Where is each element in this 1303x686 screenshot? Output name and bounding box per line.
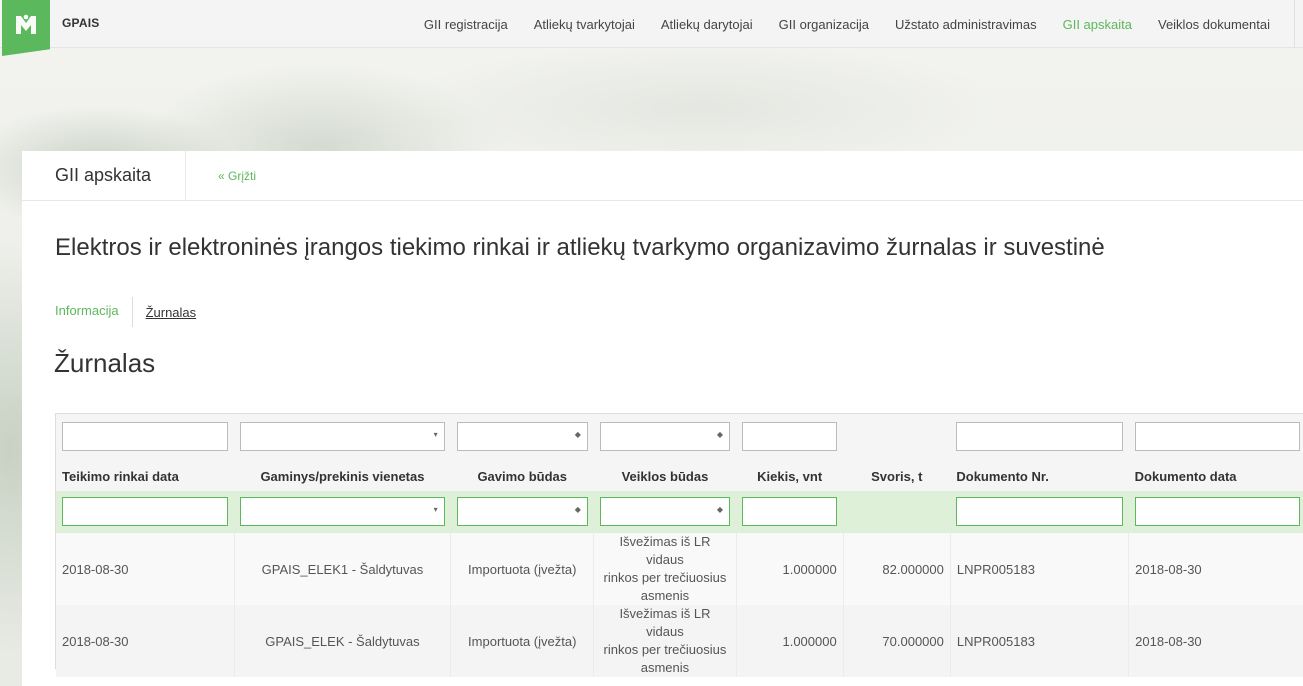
cell-date: 2018-08-30 (56, 533, 235, 605)
cell-weight: 82.000000 (843, 533, 951, 605)
cell-receipt: Importuota (įvežta) (450, 533, 595, 605)
dropdown-arrow-icon: ▾ (433, 430, 438, 439)
nav-gii-organizacija[interactable]: GII organizacija (779, 17, 869, 32)
column-filter-row: ▾ ◆ ◆ (56, 491, 1303, 533)
top-filter-activity-select[interactable] (599, 422, 731, 451)
filter-activity-select[interactable] (599, 497, 731, 526)
nav-atlieku-darytojai[interactable]: Atliekų darytojai (661, 17, 753, 32)
brand-name[interactable]: GPAIS (62, 16, 99, 30)
cell-doc-no: LNPR005183 (950, 605, 1130, 677)
filter-docdate-input[interactable] (1134, 497, 1300, 526)
filter-receipt-select[interactable] (456, 497, 588, 526)
main-nav: GII registracija Atliekų tvarkytojai Atl… (398, 0, 1270, 48)
cell-doc-date: 2018-08-30 (1128, 605, 1303, 677)
column-header[interactable]: Veiklos būdas (594, 461, 736, 491)
filter-date-input[interactable] (62, 497, 229, 526)
nav-uzstato-administravimas[interactable]: Užstato administravimas (895, 17, 1037, 32)
cell-date: 2018-08-30 (56, 605, 235, 677)
cell-activity: Išvežimas iš LR vidaus rinkos per trečiuo… (593, 605, 737, 677)
top-filter-product-select[interactable] (240, 422, 445, 451)
cell-weight: 70.000000 (843, 605, 951, 677)
back-link[interactable]: « Grįžti (218, 169, 256, 183)
top-filter-qty-input[interactable] (742, 422, 838, 451)
nav-atlieku-tvarkytojai[interactable]: Atliekų tvarkytojai (534, 17, 635, 32)
tab-zurnalas[interactable]: Žurnalas (146, 305, 197, 320)
page-title: Elektros ir elektroninės įrangos tiekimo… (55, 234, 1105, 261)
cell-qty: 1.000000 (736, 605, 844, 677)
dropdown-arrow-icon: ▾ (433, 505, 438, 514)
top-filter-date-input[interactable] (62, 422, 229, 451)
column-header[interactable]: Dokumento data (1129, 461, 1303, 491)
top-filter-docdate-input[interactable] (1134, 422, 1300, 451)
top-navbar: GPAIS GII registracija Atliekų tvarkytoj… (0, 0, 1303, 56)
nav-divider (1294, 0, 1295, 48)
tab-informacija[interactable]: Informacija (55, 297, 133, 327)
table-header-row: Teikimo rinkai data Gaminys/prekinis vie… (56, 461, 1303, 491)
panel-title: GII apskaita (55, 165, 152, 185)
nav-gii-registracija[interactable]: GII registracija (424, 17, 508, 32)
subtabs: Informacija Žurnalas (55, 297, 196, 327)
cell-product: GPAIS_ELEK - Šaldytuvas (234, 605, 452, 677)
filter-docno-input[interactable] (956, 497, 1123, 526)
logo[interactable] (2, 0, 50, 56)
column-header[interactable]: Gavimo būdas (451, 461, 594, 491)
updown-arrow-icon: ◆ (574, 505, 581, 514)
top-filter-receipt-select[interactable] (456, 422, 588, 451)
nav-gii-apskaita[interactable]: GII apskaita (1063, 17, 1132, 32)
top-filter-row: ▾ ◆ ◆ (56, 414, 1303, 461)
panel-header: GII apskaita « Grįžti (22, 151, 1303, 201)
cell-doc-no: LNPR005183 (950, 533, 1130, 605)
column-header[interactable]: Svoris, t (843, 461, 950, 491)
updown-arrow-icon: ◆ (574, 430, 581, 439)
journal-table: ▾ ◆ ◆ Teikimo rinkai data Gaminys/prekin… (55, 413, 1303, 677)
column-header[interactable]: Dokumento Nr. (950, 461, 1128, 491)
updown-arrow-icon: ◆ (716, 430, 724, 439)
filter-product-select[interactable] (240, 497, 445, 526)
column-header[interactable]: Teikimo rinkai data (56, 461, 234, 491)
cell-product: GPAIS_ELEK1 - Šaldytuvas (234, 533, 452, 605)
section-title: Žurnalas (54, 348, 156, 378)
nav-veiklos-dokumentai[interactable]: Veiklos dokumentai (1158, 17, 1270, 32)
panel-header-divider (185, 151, 186, 201)
main-panel: GII apskaita « Grįžti Elektros ir elektr… (22, 151, 1303, 686)
top-filter-docno-input[interactable] (956, 422, 1123, 451)
cell-receipt: Importuota (įvežta) (450, 605, 595, 677)
filter-qty-input[interactable] (742, 497, 838, 526)
column-header[interactable]: Kiekis, vnt (736, 461, 843, 491)
cell-doc-date: 2018-08-30 (1128, 533, 1303, 605)
cell-qty: 1.000000 (736, 533, 844, 605)
table-row[interactable]: 2018-08-30 GPAIS_ELEK - Šaldytuvas Impor… (56, 605, 1303, 677)
logo-icon (16, 14, 36, 34)
updown-arrow-icon: ◆ (716, 505, 724, 514)
cell-activity: Išvežimas iš LR vidaus rinkos per trečiuo… (593, 533, 737, 605)
column-header[interactable]: Gaminys/prekinis vienetas (234, 461, 450, 491)
table-row[interactable]: 2018-08-30 GPAIS_ELEK1 - Šaldytuvas Impo… (56, 533, 1303, 605)
